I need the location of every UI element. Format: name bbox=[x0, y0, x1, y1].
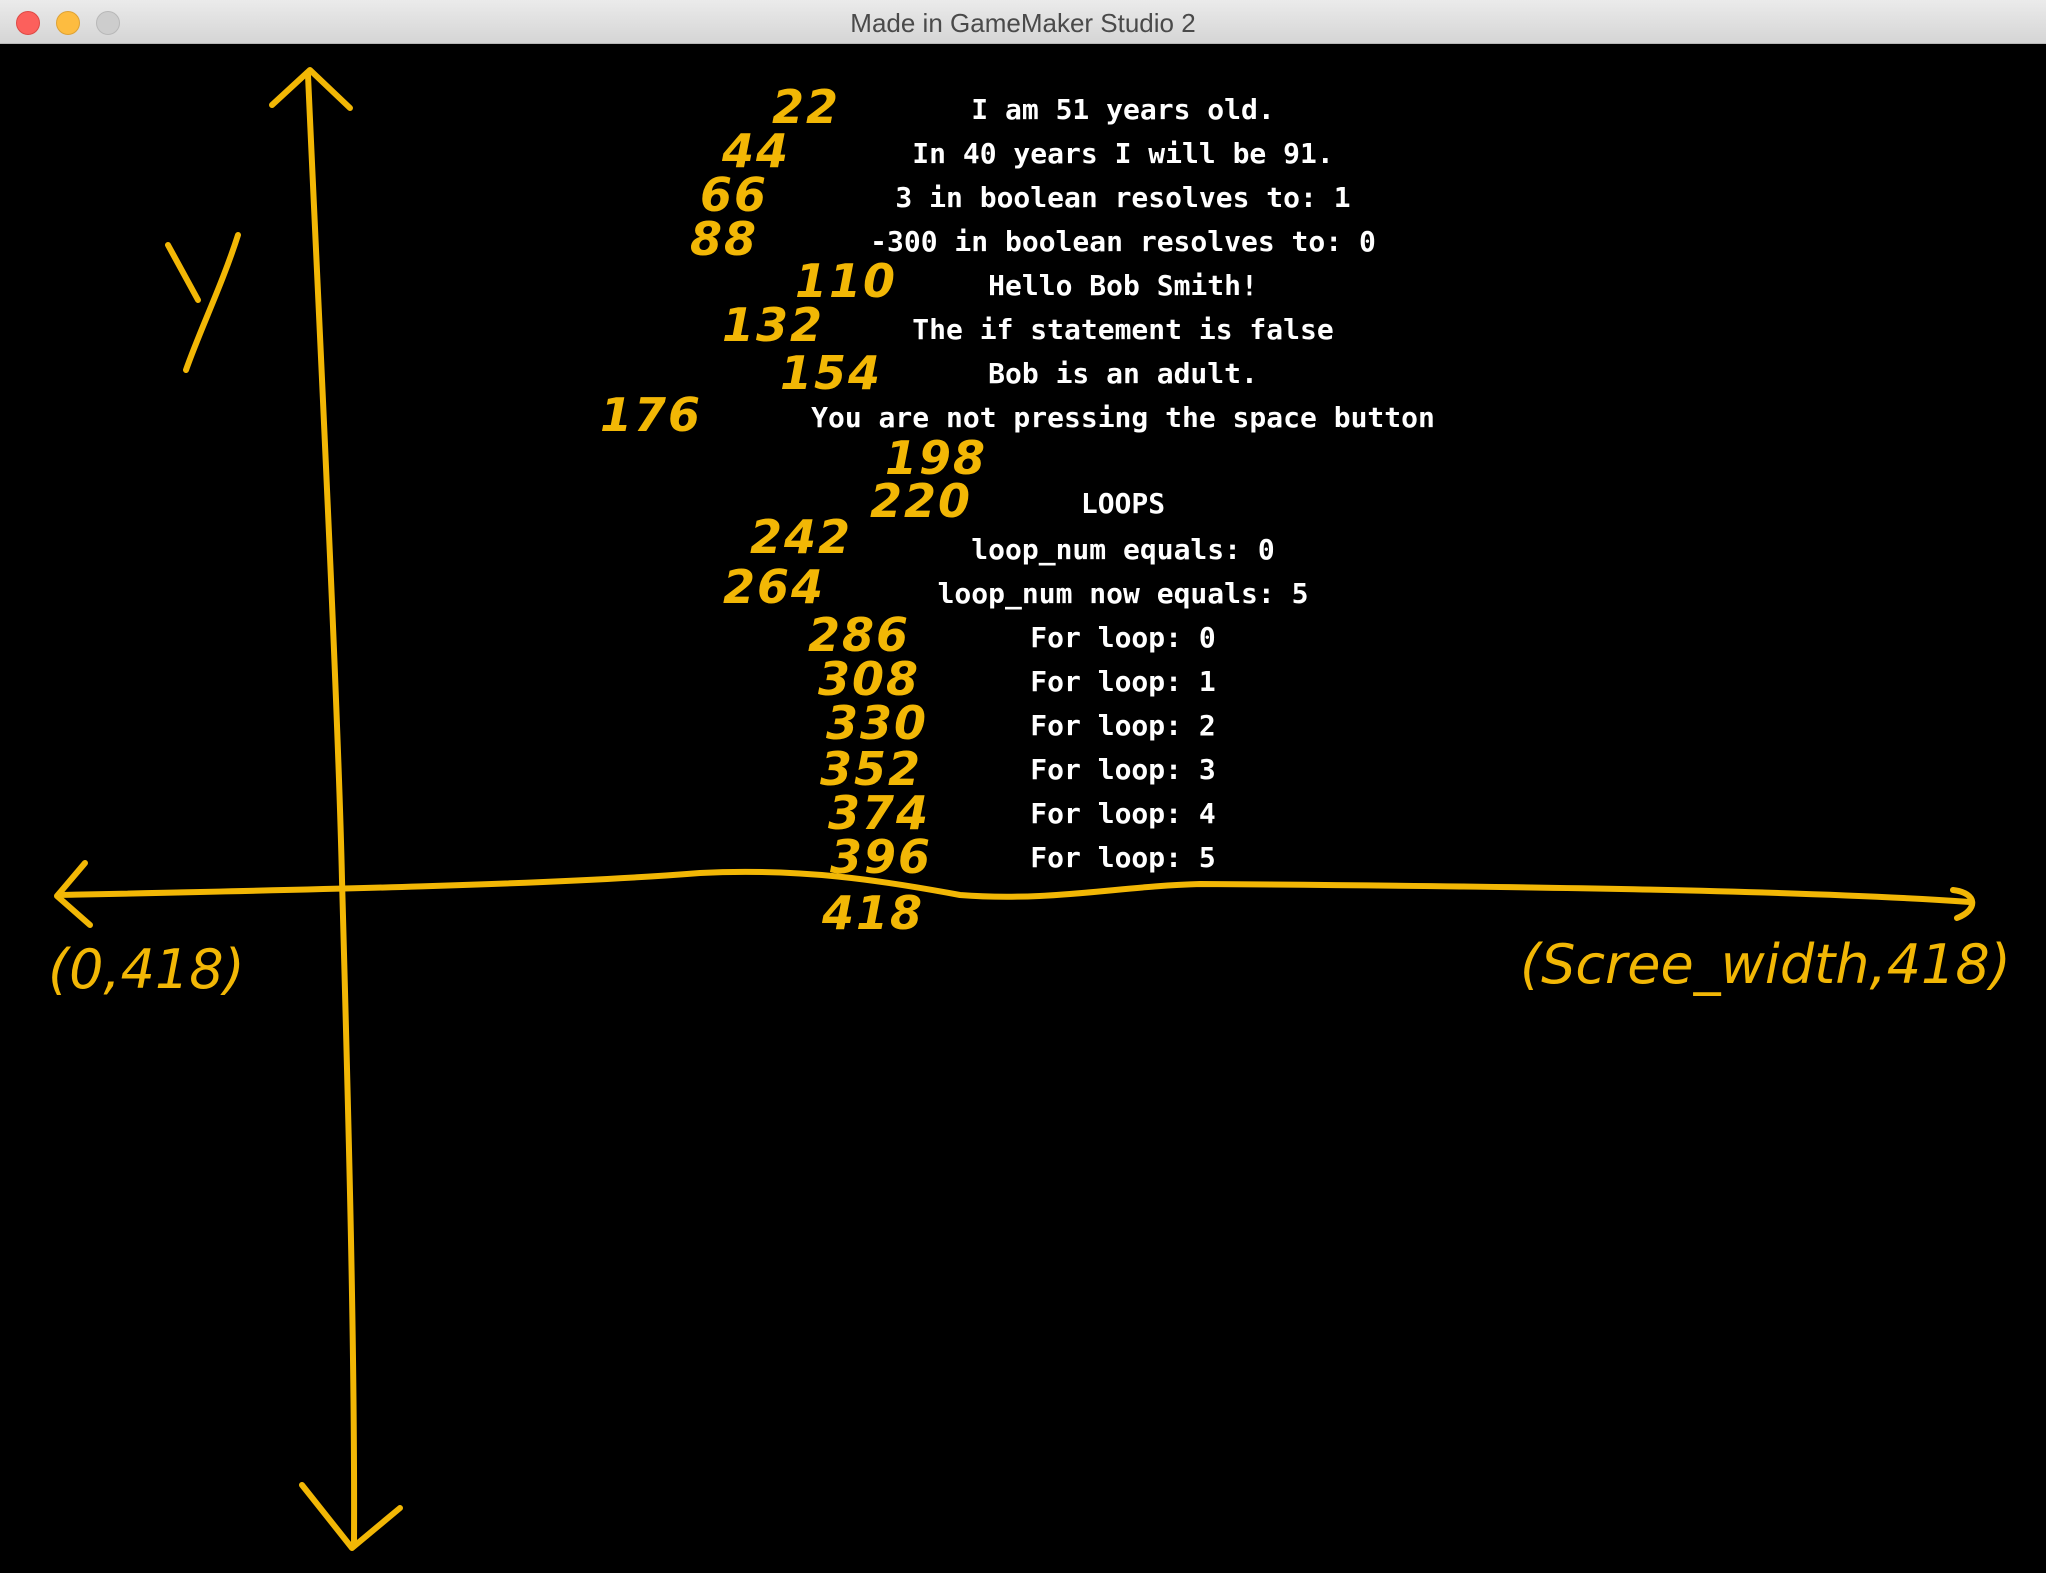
output-line: -300 in boolean resolves to: 0 bbox=[870, 225, 1376, 258]
output-line: Bob is an adult. bbox=[988, 357, 1258, 390]
output-line: LOOPS bbox=[1080, 487, 1166, 520]
line-number-annotation: 264 bbox=[723, 560, 826, 614]
line-number-annotation: 418 bbox=[822, 886, 925, 940]
game-canvas[interactable]: I am 51 years old. In 40 years I will be… bbox=[0, 44, 2046, 1573]
output-line: For loop: 3 bbox=[1030, 753, 1216, 786]
title-bar[interactable]: Made in GameMaker Studio 2 bbox=[0, 0, 2046, 44]
line-number-annotation: 132 bbox=[722, 298, 825, 352]
output-line: 3 in boolean resolves to: 1 bbox=[895, 181, 1351, 214]
output-line: loop_num equals: 0 bbox=[971, 533, 1275, 566]
line-number-annotation: 396 bbox=[830, 830, 933, 884]
right-coordinate-annotation: (Scree_width,418) bbox=[1520, 933, 2011, 996]
window-title: Made in GameMaker Studio 2 bbox=[850, 8, 1196, 38]
output-line: In 40 years I will be 91. bbox=[912, 137, 1334, 170]
output-line: You are not pressing the space button bbox=[811, 401, 1435, 434]
output-line: For loop: 1 bbox=[1030, 665, 1216, 698]
line-number-annotation: 330 bbox=[826, 696, 929, 750]
line-number-annotation: 154 bbox=[780, 346, 883, 400]
output-line: For loop: 2 bbox=[1030, 709, 1216, 742]
output-line: For loop: 5 bbox=[1030, 841, 1216, 874]
output-line: For loop: 0 bbox=[1030, 621, 1216, 654]
output-line-empty bbox=[0, 442, 2046, 482]
line-number-annotation: 242 bbox=[750, 510, 853, 564]
output-line: For loop: 4 bbox=[1030, 797, 1216, 830]
line-number-annotation: 176 bbox=[600, 388, 703, 442]
output-line: I am 51 years old. bbox=[971, 93, 1275, 126]
left-coordinate-annotation: (0,418) bbox=[48, 938, 245, 1001]
output-line: loop_num now equals: 5 bbox=[937, 577, 1309, 610]
output-line: Hello Bob Smith! bbox=[988, 269, 1258, 302]
line-number-annotation: 220 bbox=[870, 474, 973, 528]
output-line: The if statement is false bbox=[912, 313, 1334, 346]
line-number-annotation: 88 bbox=[690, 212, 759, 266]
game-window: Made in GameMaker Studio 2 I am 51 years… bbox=[0, 0, 2046, 1573]
